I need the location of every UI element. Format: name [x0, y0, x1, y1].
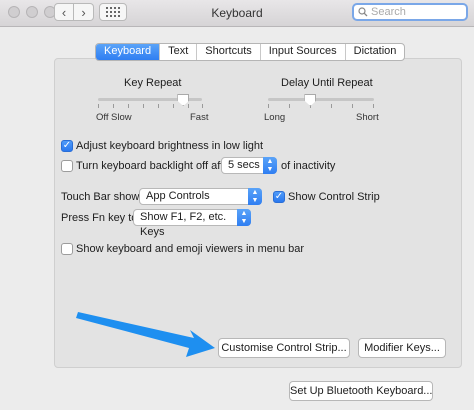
annotation-arrow	[76, 312, 215, 357]
tab-dictation[interactable]: Dictation	[346, 44, 405, 60]
tab-bar: Keyboard Text Shortcuts Input Sources Di…	[95, 43, 406, 61]
tab-keyboard[interactable]: Keyboard	[96, 44, 161, 60]
tab-shortcuts[interactable]: Shortcuts	[197, 44, 261, 60]
tab-input-sources[interactable]: Input Sources	[261, 44, 346, 60]
tab-text[interactable]: Text	[160, 44, 198, 60]
